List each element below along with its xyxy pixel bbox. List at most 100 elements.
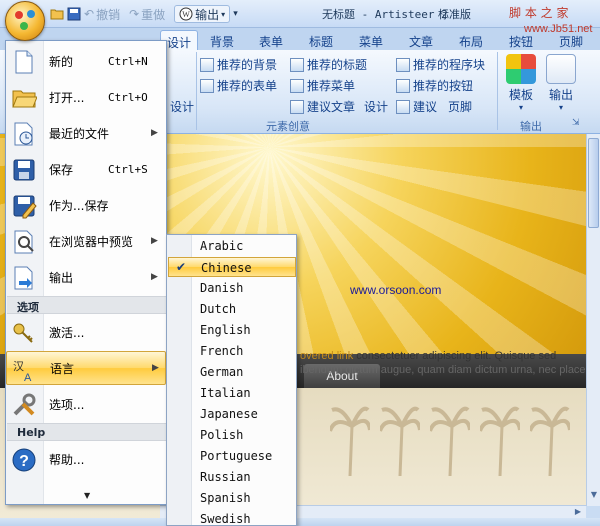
menu-item-help[interactable]: ? 帮助...: [6, 442, 166, 476]
export-label: 输出: [195, 7, 220, 22]
svg-text:A: A: [24, 372, 32, 383]
menu-item-language[interactable]: 汉A 语言 ▶: [6, 351, 166, 385]
palm-tree-icon: [330, 406, 370, 476]
export-icon: [14, 266, 33, 290]
tab-menu[interactable]: 菜单: [353, 30, 389, 50]
scroll-right-arrow-icon[interactable]: ▶: [572, 506, 584, 518]
suggest-form-button[interactable]: 推荐的表单: [200, 77, 277, 94]
menu-item-recent-files[interactable]: 最近的文件 ▶: [6, 116, 166, 150]
menu-more-chevron-icon[interactable]: ▼: [84, 491, 90, 500]
preview-text-line-2: ibendum dictum augue, quam diam dictum u…: [300, 364, 600, 376]
application-button[interactable]: [5, 1, 45, 41]
open-button[interactable]: [50, 5, 64, 23]
save-icon: [13, 159, 35, 181]
wordpress-icon: W: [179, 7, 193, 21]
menu-item-open[interactable]: 打开... Ctrl+O: [6, 80, 166, 114]
tab-title[interactable]: 标题: [303, 30, 339, 50]
redo-button[interactable]: ↷ 重做: [129, 5, 165, 23]
menu-item-options[interactable]: 选项...: [6, 387, 166, 421]
language-option-russian[interactable]: Russian: [168, 467, 296, 487]
language-option-label: Chinese: [201, 261, 252, 275]
redo-label: 重做: [141, 7, 166, 22]
tab-layout[interactable]: 布局: [453, 30, 489, 50]
preview-text-line-1: consectetuer adipiscing elit. Quisque se…: [356, 350, 557, 362]
undo-label: 撤销: [96, 7, 121, 22]
language-option-label: Italian: [200, 386, 251, 400]
language-option-dutch[interactable]: Dutch: [168, 299, 296, 319]
menu-item-help-label: 帮助...: [49, 452, 85, 467]
suggest-footer-label-b: 页脚: [448, 100, 473, 114]
suggest-footer-button[interactable]: 建议 页脚: [396, 98, 472, 115]
language-option-portuguese[interactable]: Portuguese: [168, 446, 296, 466]
suggest-form-label: 推荐的表单: [217, 79, 278, 93]
export-ribbon-label: 输出: [548, 88, 573, 102]
language-option-label: Japanese: [200, 407, 258, 421]
language-option-spanish[interactable]: Spanish: [168, 488, 296, 508]
menu-item-export[interactable]: 输出 ▶: [6, 260, 166, 294]
undo-button[interactable]: ↶ 撤销: [84, 5, 120, 23]
svg-text:?: ?: [19, 453, 29, 470]
menu-item-new-label: 新的: [49, 54, 74, 69]
save-button[interactable]: [67, 5, 81, 23]
save-as-icon: [13, 195, 37, 219]
menu-item-preview-label: 在浏览器中预览: [49, 234, 134, 249]
suggest-block-button[interactable]: 推荐的程序块: [396, 56, 485, 73]
language-option-french[interactable]: French: [168, 341, 296, 361]
tab-article[interactable]: 文章: [403, 30, 439, 50]
watermark-url: www.Jb51.net: [524, 23, 593, 35]
application-menu: 新的 Ctrl+N 打开... Ctrl+O 最近的文件 ▶ 保存 Ctrl+S…: [5, 40, 167, 505]
menu-item-activate[interactable]: 激活...: [6, 315, 166, 349]
language-option-arabic[interactable]: Arabic: [168, 236, 296, 256]
language-option-italian[interactable]: Italian: [168, 383, 296, 403]
language-icon: 汉A: [13, 360, 32, 383]
suggest-block-label: 推荐的程序块: [413, 58, 486, 72]
menu-section-help: Help: [7, 423, 166, 441]
customize-qat-button[interactable]: ▾: [233, 5, 238, 23]
suggest-title-button[interactable]: 推荐的标题: [290, 56, 367, 73]
language-option-label: German: [200, 365, 244, 379]
menu-item-save[interactable]: 保存 Ctrl+S: [6, 152, 166, 186]
suggest-button-button[interactable]: 推荐的按钮: [396, 77, 473, 94]
language-option-label: Polish: [200, 428, 244, 442]
scrollbar-thumb[interactable]: [588, 138, 599, 228]
language-option-english[interactable]: English: [168, 320, 296, 340]
vertical-scrollbar[interactable]: ▼: [586, 134, 600, 506]
chevron-down-icon: ▾: [558, 103, 563, 112]
menu-item-save-as[interactable]: 作为...保存: [6, 188, 166, 222]
language-option-polish[interactable]: Polish: [168, 425, 296, 445]
svg-text:汉: 汉: [13, 360, 24, 373]
logo-dot-blue: [27, 10, 35, 18]
tab-form[interactable]: 表单: [253, 30, 289, 50]
scroll-down-arrow-icon[interactable]: ▼: [588, 489, 600, 501]
suggest-menu-button[interactable]: 推荐菜单: [290, 77, 355, 94]
suggest-background-button[interactable]: 推荐的背景: [200, 56, 277, 73]
ribbon-separator: [196, 52, 197, 130]
dialog-launcher-icon[interactable]: ⇲: [572, 118, 580, 128]
palm-tree-icon: [480, 406, 520, 476]
group-label-export: 输出: [520, 120, 542, 133]
language-option-chinese[interactable]: ✔ Chinese: [168, 257, 296, 277]
group-label-elements: 元素创意: [266, 120, 310, 133]
window-title-edition: 标准版: [438, 8, 471, 21]
template-button[interactable]: 模板 ▾: [502, 54, 540, 112]
language-option-label: Danish: [200, 281, 244, 295]
preview-link-text: overed link: [300, 350, 354, 362]
export-button[interactable]: 输出 ▾: [542, 54, 580, 112]
export-dropdown-button[interactable]: W 输出 ▾: [174, 5, 231, 23]
block-icon: [396, 57, 410, 72]
language-option-japanese[interactable]: Japanese: [168, 404, 296, 424]
suggest-button-label: 推荐的按钮: [413, 79, 474, 93]
suggest-article-button[interactable]: 建议文章 设计: [290, 98, 388, 115]
tab-background[interactable]: 背景: [204, 30, 240, 50]
language-option-label: Dutch: [200, 302, 237, 316]
language-option-german[interactable]: German: [168, 362, 296, 382]
logo-dot-green: [20, 22, 28, 30]
footer-icon: [396, 99, 410, 114]
language-option-danish[interactable]: Danish: [168, 278, 296, 298]
template-icon: [506, 54, 536, 84]
checkmark-icon: ✔: [176, 260, 187, 274]
menu-item-new[interactable]: 新的 Ctrl+N: [6, 44, 166, 78]
chevron-down-icon: ▾: [221, 9, 226, 19]
language-option-swedish[interactable]: Swedish: [168, 509, 296, 526]
menu-item-preview-browser[interactable]: 在浏览器中预览 ▶: [6, 224, 166, 258]
